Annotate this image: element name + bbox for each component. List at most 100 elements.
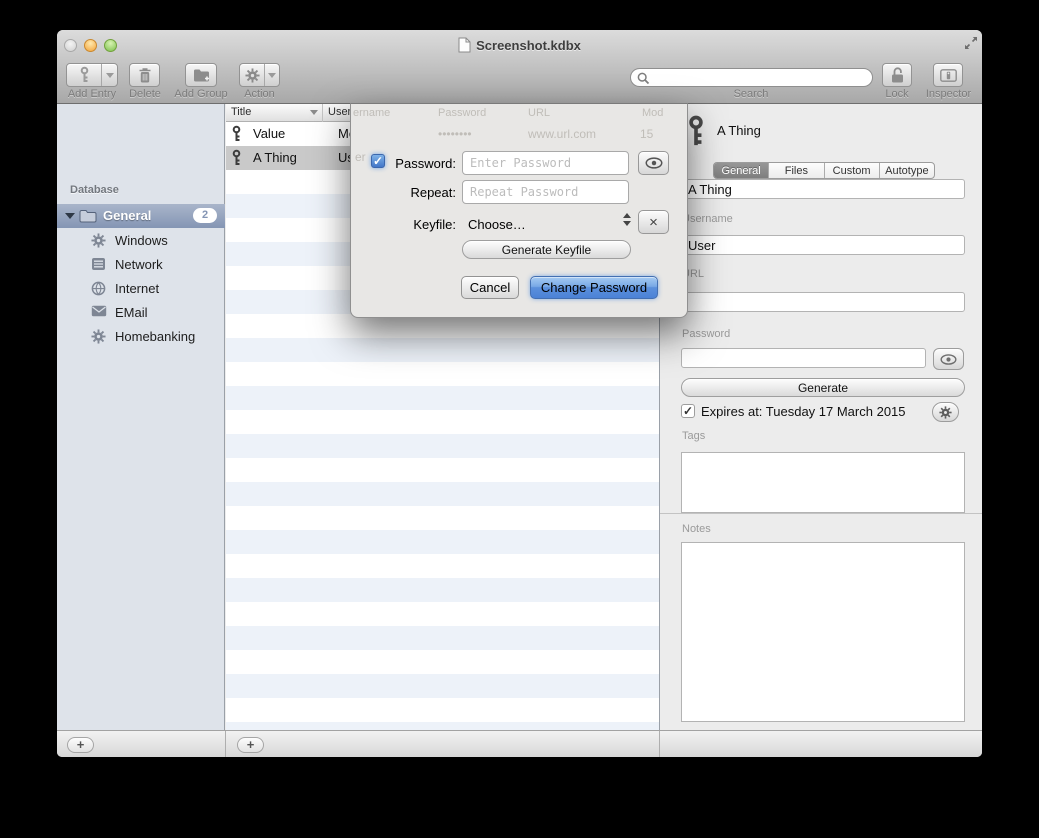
chevron-down-icon xyxy=(265,64,279,86)
sidebar-item-homebanking[interactable]: Homebanking xyxy=(57,325,225,349)
inspector-tabs: General Files Custom Autotype xyxy=(713,162,935,179)
inspector-label: Inspector xyxy=(921,88,976,100)
eye-icon xyxy=(940,354,957,365)
inspector-button[interactable] xyxy=(933,63,963,87)
inspector-panel: A Thing General Files Custom Autotype Us… xyxy=(659,104,982,730)
generate-password-button[interactable]: Generate xyxy=(681,378,965,397)
inspector-entry-title: A Thing xyxy=(717,123,761,138)
ghost-mod-1: 15 xyxy=(640,127,653,141)
sidebar-group-general[interactable]: General 2 xyxy=(57,204,225,228)
sidebar-item-label: Windows xyxy=(115,233,168,248)
sidebar-group-badge: 2 xyxy=(193,208,217,223)
sort-descending-icon xyxy=(310,110,318,115)
add-group-label: Add Group xyxy=(170,88,232,100)
folder-icon xyxy=(79,209,97,223)
delete-button[interactable] xyxy=(129,63,160,87)
expires-settings-button[interactable] xyxy=(932,402,959,422)
tags-box[interactable] xyxy=(681,452,965,513)
change-password-button[interactable]: Change Password xyxy=(530,276,658,299)
sidebar: Database General 2 Windows Network Inter… xyxy=(57,104,225,730)
add-entry-label: Add Entry xyxy=(61,88,123,100)
add-entry-plus-button[interactable]: + xyxy=(237,737,264,753)
fullscreen-icon[interactable] xyxy=(963,35,979,56)
document-icon xyxy=(458,37,471,53)
ghost-header-password: Password xyxy=(438,107,486,119)
tab-files[interactable]: Files xyxy=(769,163,824,178)
keyfile-clear-button[interactable]: × xyxy=(638,210,669,234)
column-header-title[interactable]: Title xyxy=(231,106,251,118)
action-button[interactable] xyxy=(239,63,280,87)
expires-checkbox[interactable]: ✓ xyxy=(681,404,695,418)
action-label: Action xyxy=(237,88,282,100)
tab-general[interactable]: General xyxy=(714,163,769,178)
close-icon: × xyxy=(649,215,658,230)
password-label: Password xyxy=(682,328,730,340)
envelope-icon xyxy=(91,305,107,320)
sheet-password-label: Password: xyxy=(351,156,456,171)
change-password-sheet: ername Password URL Mod •••••••• www.url… xyxy=(350,103,688,318)
sheet-reveal-button[interactable] xyxy=(638,151,669,175)
notes-box[interactable] xyxy=(681,542,965,722)
username-label: Username xyxy=(682,213,733,225)
gear-icon xyxy=(240,64,264,86)
app-window: Screenshot.kdbx Add Entry Delete Add Gro… xyxy=(57,30,982,757)
key-icon-large xyxy=(686,114,706,149)
search-icon xyxy=(637,72,650,85)
ghost-password-dots: •••••••• xyxy=(438,127,472,141)
disclosure-triangle-icon[interactable] xyxy=(65,213,75,219)
generate-keyfile-button[interactable]: Generate Keyfile xyxy=(462,240,631,259)
lock-button[interactable] xyxy=(882,63,912,87)
sheet-repeat-input[interactable] xyxy=(462,180,629,204)
notes-label: Notes xyxy=(682,523,711,535)
gear-icon xyxy=(939,406,952,419)
add-group-button[interactable] xyxy=(185,63,217,87)
url-field[interactable] xyxy=(681,292,965,312)
search-input[interactable] xyxy=(630,68,873,87)
sheet-keyfile-label: Keyfile: xyxy=(351,217,456,232)
password-field[interactable] xyxy=(681,348,926,368)
gear-icon xyxy=(91,329,106,347)
bottom-bar: + + xyxy=(57,730,982,757)
window-title: Screenshot.kdbx xyxy=(57,37,982,53)
expires-label: Expires at: Tuesday 17 March 2015 xyxy=(701,404,906,419)
sheet-repeat-label: Repeat: xyxy=(351,185,456,200)
ghost-header-url: URL xyxy=(528,107,550,119)
sidebar-item-internet[interactable]: Internet xyxy=(57,277,225,301)
sidebar-header: Database xyxy=(70,184,119,196)
globe-icon xyxy=(91,281,106,299)
title-field[interactable] xyxy=(681,179,965,199)
entry-title: A Thing xyxy=(253,150,297,165)
inspector-icon xyxy=(940,69,957,82)
sidebar-item-label: Network xyxy=(115,257,163,272)
key-icon xyxy=(231,149,242,170)
stepper-icon[interactable] xyxy=(623,213,631,226)
folder-plus-icon xyxy=(193,68,210,82)
sidebar-item-label: EMail xyxy=(115,305,148,320)
username-field[interactable] xyxy=(681,235,965,255)
reveal-password-button[interactable] xyxy=(933,348,964,370)
tab-autotype[interactable]: Autotype xyxy=(880,163,934,178)
key-icon xyxy=(231,125,242,146)
add-entry-button[interactable] xyxy=(66,63,118,87)
search-field[interactable] xyxy=(653,70,868,85)
lock-open-icon xyxy=(890,66,905,84)
eye-icon xyxy=(645,157,663,169)
trash-icon xyxy=(138,67,152,84)
search-label: Search xyxy=(721,88,781,100)
sidebar-item-email[interactable]: EMail xyxy=(57,301,225,325)
tags-label: Tags xyxy=(682,430,705,442)
sidebar-item-network[interactable]: Network xyxy=(57,253,225,277)
cancel-button[interactable]: Cancel xyxy=(461,276,519,299)
sidebar-item-windows[interactable]: Windows xyxy=(57,229,225,253)
delete-label: Delete xyxy=(125,88,165,100)
gear-icon xyxy=(91,233,106,251)
add-group-plus-button[interactable]: + xyxy=(67,737,94,753)
server-icon xyxy=(91,257,106,274)
tab-custom[interactable]: Custom xyxy=(825,163,880,178)
keyfile-popup[interactable]: Choose… xyxy=(468,217,526,232)
titlebar-toolbar: Screenshot.kdbx Add Entry Delete Add Gro… xyxy=(57,30,982,104)
sheet-password-input[interactable] xyxy=(462,151,629,175)
sidebar-item-label: Homebanking xyxy=(115,329,195,344)
ghost-url: www.url.com xyxy=(528,127,596,141)
key-icon xyxy=(67,64,101,86)
